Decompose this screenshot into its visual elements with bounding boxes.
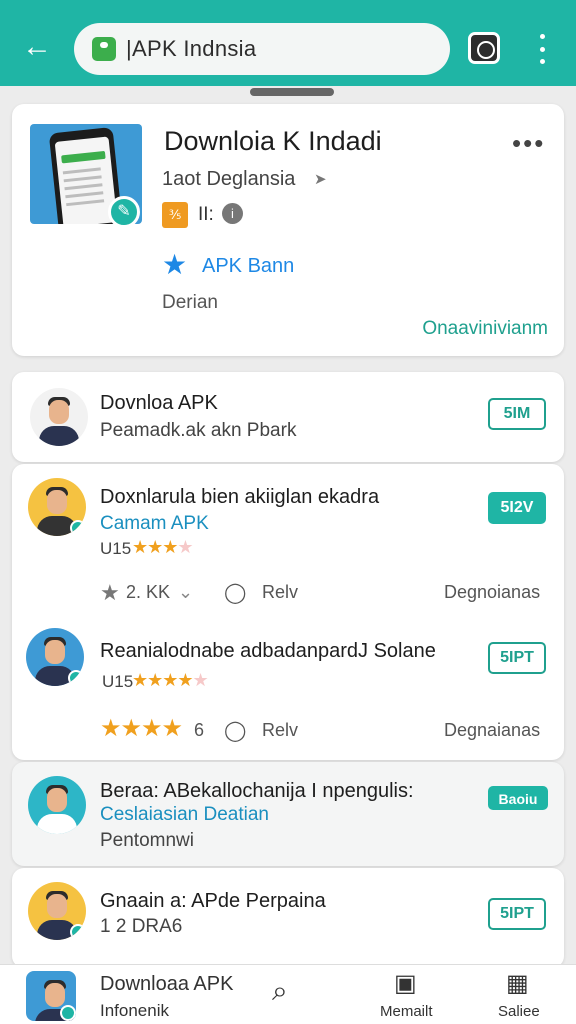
star-icon: ★ (162, 249, 188, 280)
verified-check-icon (70, 924, 86, 940)
list-item[interactable]: Dovnloa APK Peamadk.ak akn Pbark 5IM (12, 372, 564, 462)
search-refresh-icon[interactable]: ⌕ (272, 975, 288, 1008)
item-title: Beraa: ABekallochanija I npengulis: (100, 780, 414, 802)
item-title[interactable]: Doxnlarula bien akiiglan ekadra (100, 486, 379, 509)
verified-check-icon (68, 670, 84, 686)
install-button[interactable]: 5I2V (488, 492, 546, 524)
meta-right: Degnoianas (444, 582, 541, 602)
nav-label: Saliee (498, 1003, 540, 1020)
star-icon: ★ (100, 580, 120, 605)
app-description: Derian (162, 292, 218, 313)
more-horiz-icon[interactable]: ••• (512, 128, 545, 159)
apk-bag-icon (92, 37, 116, 61)
meta-count: 2. KK (126, 582, 171, 602)
verified-check-icon (70, 520, 86, 536)
app-avatar (26, 971, 76, 1021)
list-group: Doxnlarula bien akiiglan ekadra Camam AP… (12, 464, 564, 760)
bottom-nav: Downloaa APK Infonenik ⌕ ▣ Memailt ▦ Sal… (0, 964, 576, 1024)
nav-item-search[interactable]: ⌕ (268, 965, 318, 1024)
list-item[interactable]: Beraa: ABekallochanija I npengulis: Cesl… (12, 762, 564, 866)
status-bar (0, 0, 576, 10)
open-link[interactable]: Onaavinivianm (422, 318, 548, 340)
item-subtitle: Pentomnwi (100, 830, 194, 851)
item-title: Gnaain a: APde Perpaina (100, 890, 326, 912)
nav-subtitle: Infonenik (100, 1001, 169, 1020)
avatar (26, 628, 84, 686)
verified-check-icon (60, 1005, 76, 1021)
meta-count: 6 (194, 720, 205, 740)
nav-item-tools[interactable]: ▦ Saliee (494, 965, 554, 1024)
rating-stars: ★★★★ (132, 537, 194, 557)
app-title: Downloia K Indadi (164, 126, 382, 156)
nav-item-camera[interactable]: ▣ Memailt (376, 965, 446, 1024)
rating-label: U15 (102, 672, 134, 691)
search-text[interactable]: |APK Indnsia (126, 36, 256, 62)
item-subtitle: 1 2 DRA6 (100, 916, 183, 937)
avatar (28, 776, 86, 834)
nav-label: Memailt (380, 1003, 433, 1020)
meta-right: Degnaianas (444, 720, 541, 740)
install-button[interactable]: 5IPT (488, 642, 546, 674)
item-title: Dovnloa APK (100, 392, 218, 414)
meta-review[interactable]: Relv (262, 582, 298, 603)
rating-label: U15 (100, 539, 132, 558)
avatar (30, 388, 88, 446)
camera-nav-icon[interactable]: ▣ (394, 969, 417, 998)
tools-icon[interactable]: ▦ (506, 969, 529, 998)
install-button[interactable]: Baoiu (488, 786, 548, 810)
item-tag[interactable]: Ceslaiasian Deatian (100, 804, 269, 826)
install-button[interactable]: 5IM (488, 398, 546, 430)
install-button[interactable]: 5IPT (488, 898, 546, 930)
rating-stars: ★★★★★ (132, 670, 209, 690)
meta-review[interactable]: Relv (262, 720, 298, 741)
info-icon[interactable]: i (222, 203, 243, 224)
edit-badge-icon: ✎ (108, 196, 140, 228)
content-rating-label: II: (198, 204, 214, 225)
drag-handle[interactable] (250, 88, 334, 96)
content-rating-icon: ⅗ (162, 202, 188, 228)
chevron-down-icon[interactable]: ⌄ (178, 582, 193, 603)
rating-label: APK Bann (202, 255, 295, 277)
item-subtitle: Peamadk.ak akn Pbark (100, 420, 297, 441)
camera-icon[interactable] (468, 32, 500, 64)
item-tag[interactable]: Camam APK (100, 513, 209, 535)
back-arrow-icon[interactable]: ← (20, 30, 54, 64)
item-title[interactable]: Reanialodnabe adbadanpardJ Solane (100, 640, 436, 663)
avatar (28, 478, 86, 536)
chat-icon[interactable]: ◯ (224, 580, 246, 605)
avatar (28, 882, 86, 940)
more-vert-icon[interactable] (534, 34, 550, 64)
search-bar[interactable]: |APK Indnsia (74, 23, 450, 75)
nav-title[interactable]: Downloaa APK (100, 973, 233, 996)
list-item[interactable]: Gnaain a: APde Perpaina 1 2 DRA6 5IPT (12, 868, 564, 968)
app-developer[interactable]: 1aot Deglansia (162, 168, 295, 191)
verified-arrow-icon: ➤ (314, 171, 327, 188)
chat-icon[interactable]: ◯ (224, 718, 246, 743)
featured-app-card[interactable]: ✎ Downloia K Indadi ••• 1aot Deglansia ➤… (12, 104, 564, 356)
rating-stars-large: ★★★★ (100, 715, 183, 742)
app-bar: ← |APK Indnsia (0, 10, 576, 86)
